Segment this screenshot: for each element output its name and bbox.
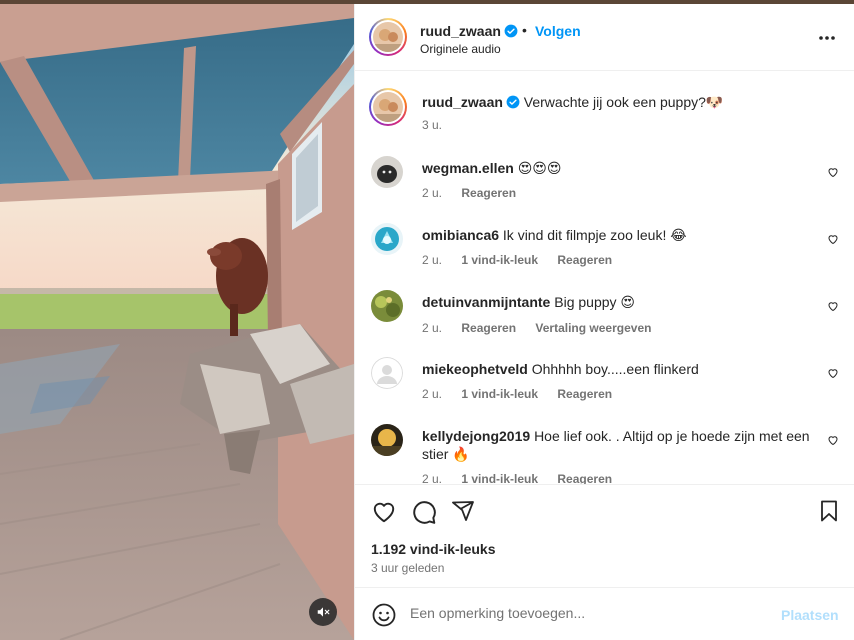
comment-likes-count[interactable]: 1 vind-ik-leuk — [461, 472, 538, 484]
comment-time[interactable]: 2 u. — [422, 253, 442, 267]
video-frame — [0, 4, 354, 640]
comment-meta: 2 u. 1 vind-ik-leuk Reageren — [422, 253, 628, 267]
separator-dot: • — [522, 22, 527, 38]
post-header: ruud_zwaan • Volgen Originele audio — [355, 4, 854, 71]
author-username[interactable]: ruud_zwaan — [420, 23, 518, 39]
comment-username[interactable]: miekeophetveld — [422, 361, 528, 377]
comment-like-button[interactable] — [827, 299, 839, 315]
reply-button[interactable]: Reageren — [461, 321, 516, 335]
comment-text: Big puppy 😍 — [554, 294, 636, 310]
comment-icon — [413, 501, 436, 524]
audio-link[interactable]: Originele audio — [420, 42, 501, 56]
comment-avatar-default[interactable] — [371, 357, 403, 389]
comment-meta: 2 u. Reageren Vertaling weergeven — [422, 321, 667, 335]
comment-like-button[interactable] — [827, 366, 839, 382]
comment-like-button[interactable] — [827, 165, 839, 181]
comment-text: Ik vind dit filmpje zoo leuk! 😂 — [502, 227, 687, 243]
comment-time[interactable]: 2 u. — [422, 321, 442, 335]
comment-input[interactable] — [410, 605, 770, 621]
save-button[interactable] — [817, 499, 841, 526]
author-avatar[interactable] — [369, 18, 407, 56]
post-details-panel: ruud_zwaan • Volgen Originele audio ruud… — [354, 4, 854, 640]
reply-button[interactable]: Reageren — [557, 472, 612, 484]
author-username-text[interactable]: ruud_zwaan — [420, 23, 501, 39]
like-button[interactable] — [371, 499, 397, 528]
emoji-button[interactable] — [372, 603, 396, 630]
comment-button[interactable] — [411, 499, 437, 528]
caption-time[interactable]: 3 u. — [422, 118, 442, 132]
comment-username[interactable]: kellydejong2019 — [422, 428, 530, 444]
comment-avatar[interactable] — [371, 156, 403, 188]
comment-username[interactable]: detuinvanmijntante — [422, 294, 550, 310]
caption-text: Verwachte jij ook een puppy?🐶 — [523, 94, 724, 110]
bookmark-icon — [821, 500, 837, 522]
add-comment-bar: Plaatsen — [355, 587, 854, 640]
likes-count[interactable]: 1.192 vind-ik-leuks — [371, 541, 496, 557]
reply-button[interactable]: Reageren — [557, 387, 612, 401]
post-actions: 1.192 vind-ik-leuks 3 uur geleden — [355, 484, 854, 588]
comment-meta: 2 u. Reageren — [422, 186, 532, 200]
post-video[interactable] — [0, 4, 354, 640]
comment-text-block: omibianca6 Ik vind dit filmpje zoo leuk!… — [422, 226, 832, 244]
post-time[interactable]: 3 uur geleden — [371, 561, 444, 575]
verified-badge-icon — [504, 24, 518, 38]
comment-text-block: wegman.ellen 😍😍😍 — [422, 159, 832, 177]
comment-text: Ohhhhh boy.....een flinkerd — [531, 361, 699, 377]
more-horizontal-icon — [819, 36, 835, 40]
heart-outline-icon — [828, 436, 838, 446]
caption-username[interactable]: ruud_zwaan — [422, 94, 503, 110]
more-options-button[interactable] — [818, 28, 836, 44]
comment-likes-count[interactable]: 1 vind-ik-leuk — [461, 387, 538, 401]
show-translation-button[interactable]: Vertaling weergeven — [535, 321, 651, 335]
post-comment-button[interactable]: Plaatsen — [781, 607, 839, 623]
comment-meta: 2 u. 1 vind-ik-leuk Reageren — [422, 387, 628, 401]
emoji-icon — [372, 603, 396, 627]
reply-button[interactable]: Reageren — [461, 186, 516, 200]
comment-like-button[interactable] — [827, 232, 839, 248]
mute-button[interactable] — [309, 598, 337, 626]
volume-off-icon — [317, 607, 330, 617]
comment-likes-count[interactable]: 1 vind-ik-leuk — [461, 253, 538, 267]
heart-outline-icon — [828, 168, 838, 178]
heart-outline-icon — [828, 302, 838, 312]
comment-avatar[interactable] — [371, 290, 403, 322]
reply-button[interactable]: Reageren — [557, 253, 612, 267]
comment-time[interactable]: 2 u. — [422, 387, 442, 401]
comment-meta: 2 u. 1 vind-ik-leuk Reageren — [422, 472, 628, 484]
comment-text-block: miekeophetveld Ohhhhh boy.....een flinke… — [422, 360, 832, 378]
comments-list[interactable]: ruud_zwaan Verwachte jij ook een puppy?🐶… — [355, 72, 854, 484]
comment-text: 😍😍😍 — [517, 160, 562, 176]
share-button[interactable] — [451, 499, 475, 526]
comment-text-block: kellydejong2019 Hoe lief ook. . Altijd o… — [422, 427, 832, 463]
caption-text-block: ruud_zwaan Verwachte jij ook een puppy?🐶 — [422, 93, 832, 111]
caption-avatar[interactable] — [369, 88, 407, 126]
comment-time[interactable]: 2 u. — [422, 472, 442, 484]
follow-button[interactable]: Volgen — [535, 23, 581, 39]
verified-badge-icon — [506, 95, 520, 109]
heart-icon — [373, 502, 395, 523]
comment-text-block: detuinvanmijntante Big puppy 😍 — [422, 293, 832, 311]
default-avatar-icon — [371, 357, 403, 389]
comment-time[interactable]: 2 u. — [422, 186, 442, 200]
caption-meta: 3 u. — [422, 118, 458, 132]
share-icon — [452, 501, 474, 521]
comment-like-button[interactable] — [827, 433, 839, 449]
heart-outline-icon — [828, 369, 838, 379]
comment-username[interactable]: omibianca6 — [422, 227, 499, 243]
comment-username[interactable]: wegman.ellen — [422, 160, 514, 176]
comment-avatar[interactable] — [371, 424, 403, 456]
comment-avatar[interactable] — [371, 223, 403, 255]
heart-outline-icon — [828, 235, 838, 245]
